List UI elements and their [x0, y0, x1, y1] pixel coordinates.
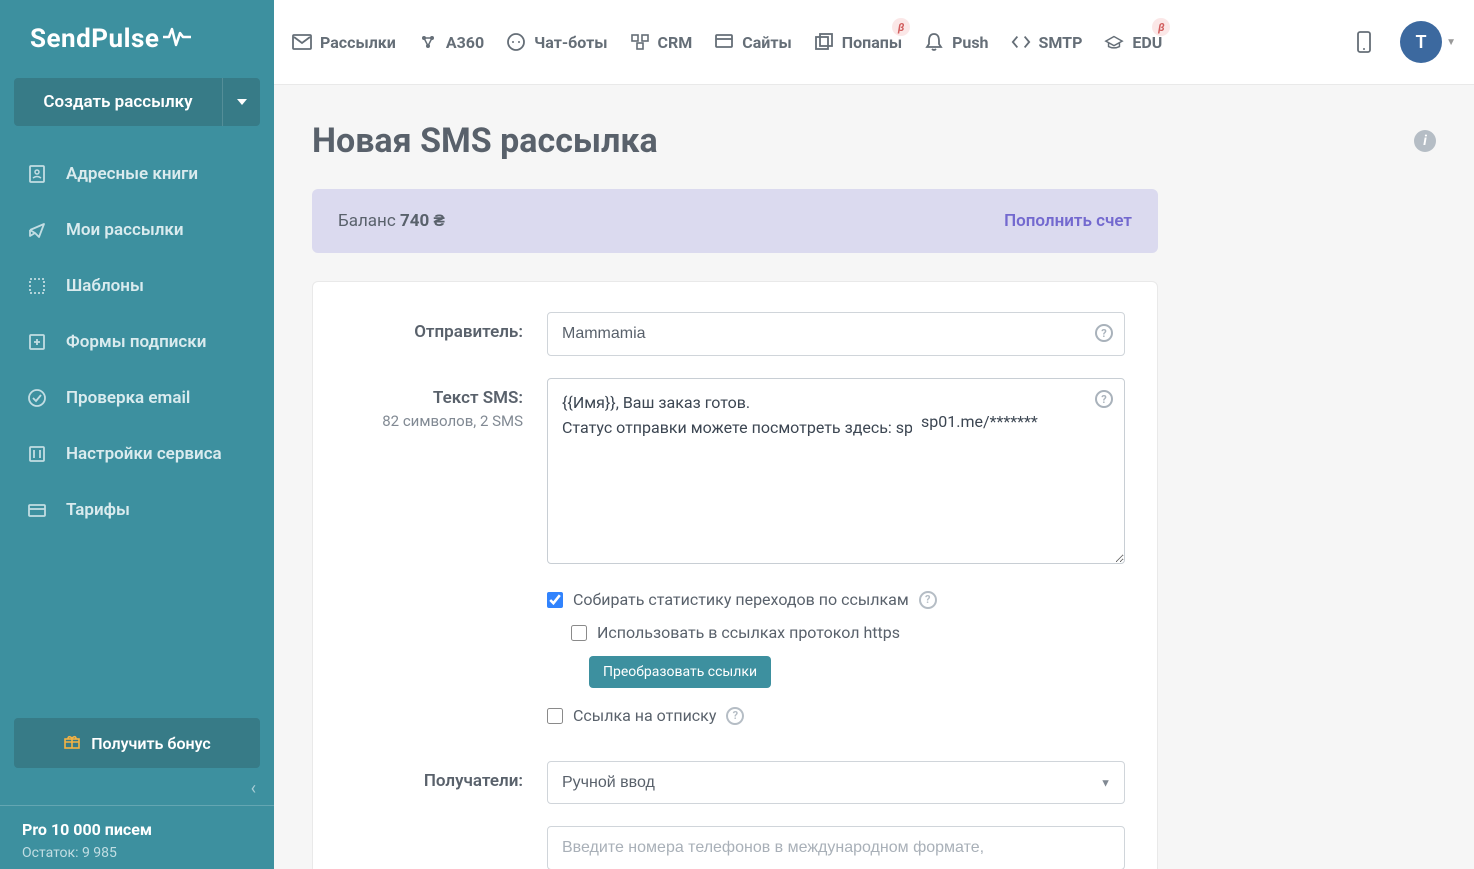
- sidebar-item-forms[interactable]: Формы подписки: [0, 314, 274, 370]
- template-icon: [26, 275, 48, 297]
- plan-name: Pro 10 000 писем: [22, 820, 252, 839]
- sidebar-item-label: Адресные книги: [66, 164, 198, 184]
- sidebar-item-settings[interactable]: Настройки сервиса: [0, 426, 274, 482]
- send-icon: [26, 219, 48, 241]
- sidebar-item-label: Тарифы: [66, 500, 130, 520]
- sidebar-nav: Адресные книги Мои рассылки Шаблоны Форм…: [0, 146, 274, 706]
- plan-remaining: Остаток: 9 985: [22, 845, 252, 861]
- topnav-label: Рассылки: [320, 33, 396, 52]
- settings-icon: [26, 443, 48, 465]
- sms-text-textarea[interactable]: [547, 378, 1125, 564]
- unsubscribe-checkbox-label: Ссылка на отписку: [573, 706, 716, 725]
- topnav-label: Попапы: [842, 33, 902, 52]
- beta-badge: β: [1152, 18, 1170, 36]
- sidebar-item-label: Настройки сервиса: [66, 444, 222, 464]
- recipients-select[interactable]: Ручной ввод: [547, 761, 1125, 804]
- topnav-label: A360: [446, 33, 484, 52]
- topnav-sites[interactable]: Сайты: [714, 32, 792, 52]
- help-icon[interactable]: ?: [919, 591, 937, 609]
- unsubscribe-checkbox[interactable]: [547, 708, 563, 724]
- phones-input[interactable]: [547, 826, 1125, 869]
- mail-icon: [292, 32, 312, 52]
- help-icon[interactable]: ?: [1095, 390, 1113, 408]
- topnav-crm[interactable]: CRM: [630, 32, 693, 52]
- sidebar-item-plans[interactable]: Тарифы: [0, 482, 274, 538]
- balance-bar: Баланс 740 ₴ Пополнить счет: [312, 189, 1158, 253]
- sidebar-collapse-button[interactable]: ‹: [0, 768, 274, 805]
- sidebar-item-address-books[interactable]: Адресные книги: [0, 146, 274, 202]
- get-bonus-button[interactable]: Получить бонус: [14, 718, 260, 768]
- code-icon: [1011, 32, 1031, 52]
- sidebar-item-label: Шаблоны: [66, 276, 144, 296]
- help-icon[interactable]: ?: [1095, 324, 1113, 342]
- topnav-label: Сайты: [742, 33, 792, 52]
- topnav-popups[interactable]: Попапы β: [814, 32, 902, 52]
- pulse-icon: [163, 26, 191, 52]
- sidebar-item-label: Формы подписки: [66, 332, 206, 352]
- topnav-push[interactable]: Push: [924, 32, 988, 52]
- sidebar: SendPulse Создать рассылку Адресные книг…: [0, 0, 274, 869]
- stats-checkbox-label: Собирать статистику переходов по ссылкам: [573, 590, 909, 609]
- chat-icon: [506, 32, 526, 52]
- form-card: Отправитель: ? Текст SMS: 82 символов, 2…: [312, 281, 1158, 869]
- plan-info: Pro 10 000 писем Остаток: 9 985: [0, 805, 274, 869]
- a360-icon: [418, 32, 438, 52]
- top-nav: Рассылки A360 Чат-боты CRM Сайты Попапы: [274, 0, 1474, 85]
- topnav-label: SMTP: [1039, 33, 1083, 52]
- sms-text-counter: 82 символов, 2 SMS: [345, 412, 523, 430]
- sidebar-item-my-campaigns[interactable]: Мои рассылки: [0, 202, 274, 258]
- topnav-label: CRM: [658, 33, 693, 52]
- https-checkbox[interactable]: [571, 625, 587, 641]
- topnav-a360[interactable]: A360: [418, 32, 484, 52]
- content: Новая SMS рассылка i Баланс 740 ₴ Пополн…: [274, 85, 1474, 869]
- topnav-label: Push: [952, 33, 988, 52]
- gift-icon: [63, 732, 81, 754]
- create-campaign-label: Создать рассылку: [14, 78, 222, 126]
- logo[interactable]: SendPulse: [0, 0, 274, 78]
- sidebar-item-label: Проверка email: [66, 388, 190, 408]
- crm-icon: [630, 32, 650, 52]
- balance-amount: 740 ₴: [400, 211, 445, 231]
- topnav-smtp[interactable]: SMTP: [1011, 32, 1083, 52]
- sender-input[interactable]: [547, 312, 1125, 356]
- bell-icon: [924, 32, 944, 52]
- topnav-label: Чат-боты: [534, 33, 607, 52]
- create-campaign-dropdown[interactable]: [222, 78, 260, 126]
- form-icon: [26, 331, 48, 353]
- sender-label: Отправитель:: [345, 322, 523, 342]
- avatar: T: [1400, 21, 1442, 63]
- recipients-label: Получатели:: [345, 771, 523, 791]
- sms-text-label: Текст SMS:: [345, 388, 523, 408]
- page-title: Новая SMS рассылка: [312, 121, 658, 161]
- create-campaign-button[interactable]: Создать рассылку: [14, 78, 260, 126]
- popup-icon: [814, 32, 834, 52]
- https-checkbox-label: Использовать в ссылках протокол https: [597, 623, 900, 642]
- help-icon[interactable]: ?: [726, 707, 744, 725]
- bonus-label: Получить бонус: [91, 734, 211, 753]
- convert-links-button[interactable]: Преобразовать ссылки: [589, 656, 771, 688]
- sidebar-item-email-check[interactable]: Проверка email: [0, 370, 274, 426]
- chevron-down-icon: ▼: [1446, 37, 1456, 48]
- card-icon: [26, 499, 48, 521]
- stats-checkbox[interactable]: [547, 592, 563, 608]
- edu-icon: [1104, 32, 1124, 52]
- beta-badge: β: [892, 18, 910, 36]
- topnav-chatbots[interactable]: Чат-боты: [506, 32, 607, 52]
- check-icon: [26, 387, 48, 409]
- sidebar-item-templates[interactable]: Шаблоны: [0, 258, 274, 314]
- site-icon: [714, 32, 734, 52]
- book-icon: [26, 163, 48, 185]
- sidebar-item-label: Мои рассылки: [66, 220, 184, 240]
- topnav-edu[interactable]: EDU β: [1104, 32, 1162, 52]
- user-menu[interactable]: T ▼: [1400, 21, 1456, 63]
- balance-text: Баланс 740 ₴: [338, 211, 445, 231]
- topup-link[interactable]: Пополнить счет: [1004, 211, 1132, 231]
- logo-text: SendPulse: [30, 24, 159, 54]
- info-icon[interactable]: i: [1414, 130, 1436, 152]
- topnav-campaigns[interactable]: Рассылки: [292, 32, 396, 52]
- mobile-icon[interactable]: [1350, 28, 1378, 56]
